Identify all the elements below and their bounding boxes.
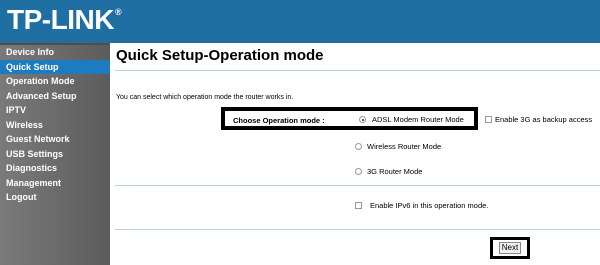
sidebar-menu: Device Info Quick Setup Operation Mode A… — [0, 43, 110, 265]
sidebar-item-device-info[interactable]: Device Info — [0, 45, 110, 60]
main-content: Quick Setup-Operation mode You can selec… — [110, 43, 600, 263]
logo-text: TP-LINK — [7, 4, 114, 35]
sidebar-item-guest-network[interactable]: Guest Network — [0, 132, 110, 147]
sidebar-item-usb-settings[interactable]: USB Settings — [0, 147, 110, 162]
sidebar-item-diagnostics[interactable]: Diagnostics — [0, 161, 110, 176]
enable-3g-backup-checkbox[interactable] — [485, 116, 492, 123]
choose-mode-label: Choose Operation mode : — [233, 116, 325, 125]
adsl-mode-label: ADSL Modem Router Mode — [372, 115, 464, 124]
enable-ipv6-checkbox[interactable] — [355, 202, 362, 209]
header-bar: TP-LINK® — [0, 0, 600, 43]
radio-adsl-modem-router-mode[interactable] — [359, 116, 366, 123]
sidebar-item-operation-mode[interactable]: Operation Mode — [0, 74, 110, 89]
title-divider — [115, 70, 600, 71]
footer-divider — [115, 229, 600, 230]
tp-link-logo: TP-LINK® — [7, 4, 122, 36]
next-button-label: Next — [498, 242, 522, 254]
sidebar-item-wireless[interactable]: Wireless — [0, 118, 110, 133]
enable-3g-backup-label: Enable 3G as backup access — [495, 115, 593, 124]
page-title: Quick Setup-Operation mode — [116, 47, 324, 64]
enable-ipv6-label: Enable IPv6 in this operation mode. — [370, 201, 489, 210]
3g-mode-label: 3G Router Mode — [367, 167, 423, 176]
sidebar-item-quick-setup[interactable]: Quick Setup — [0, 59, 110, 74]
page-description: You can select which operation mode the … — [116, 94, 294, 101]
sidebar-item-management[interactable]: Management — [0, 176, 110, 191]
radio-wireless-router-mode[interactable] — [355, 143, 362, 150]
next-button[interactable]: Next — [490, 237, 530, 259]
wireless-mode-label: Wireless Router Mode — [367, 142, 442, 151]
registered-mark: ® — [114, 7, 122, 17]
sidebar-item-logout[interactable]: Logout — [0, 190, 110, 205]
section-divider — [115, 185, 600, 186]
radio-3g-router-mode[interactable] — [355, 168, 362, 175]
sidebar-item-advanced-setup[interactable]: Advanced Setup — [0, 89, 110, 104]
operation-mode-highlight-box: Choose Operation mode : ADSL Modem Route… — [221, 107, 478, 130]
sidebar-item-iptv[interactable]: IPTV — [0, 103, 110, 118]
